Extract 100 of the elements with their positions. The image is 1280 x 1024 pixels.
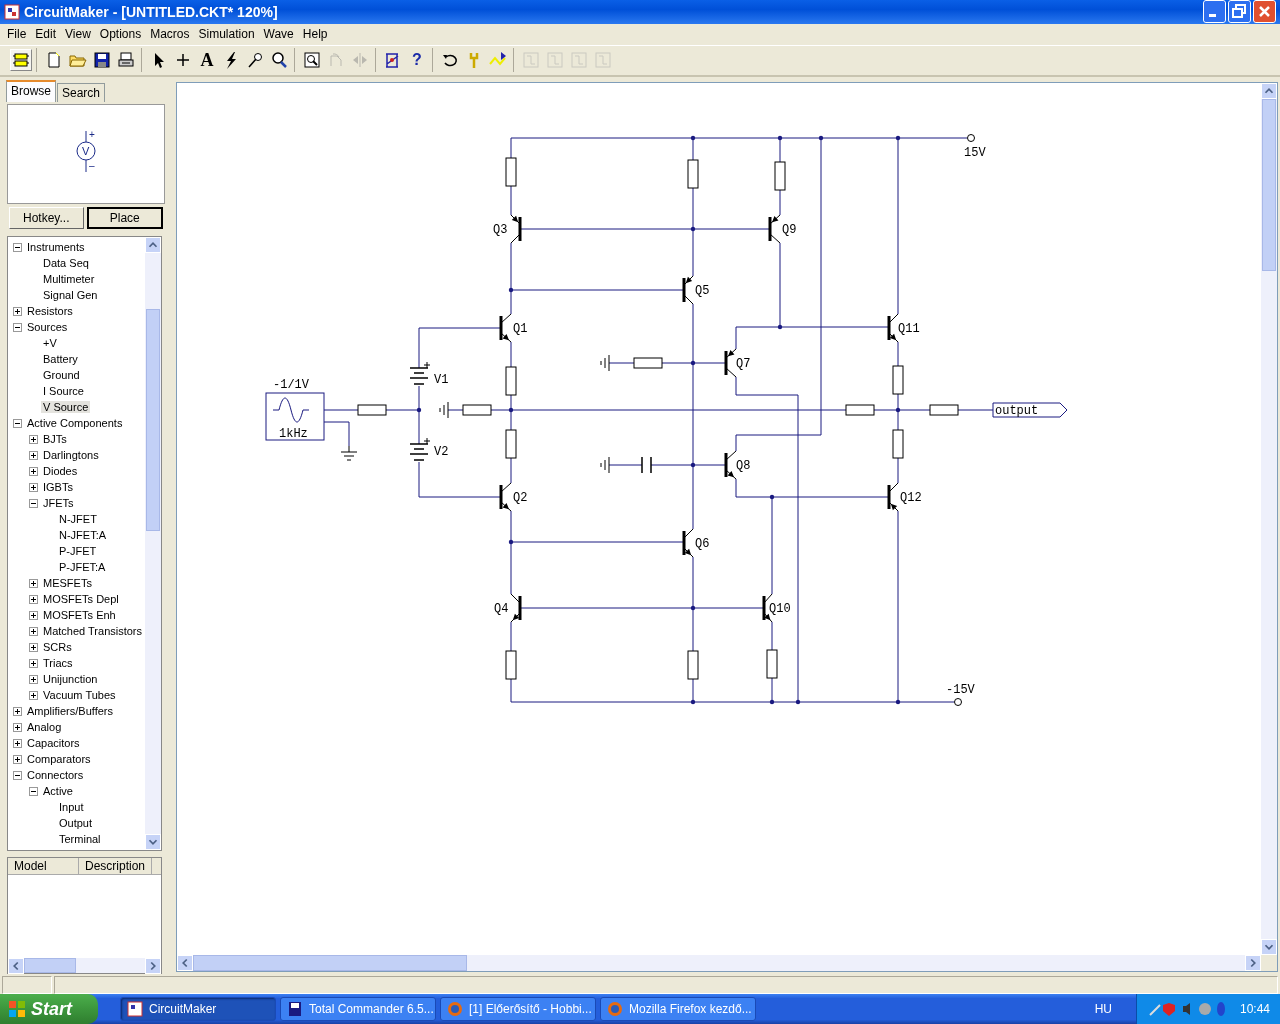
tree-item[interactable]: Instruments (25, 241, 87, 254)
scrollbar-thumb[interactable] (24, 958, 76, 974)
collapse-icon[interactable] (29, 498, 38, 508)
tree-item[interactable]: Active (41, 785, 75, 798)
tree-item[interactable]: Matched Transistors (41, 625, 145, 638)
taskbar-button[interactable]: Mozilla Firefox kezdő... (600, 997, 756, 1021)
expand-icon[interactable] (29, 482, 38, 492)
collapse-icon[interactable] (13, 770, 22, 780)
scroll-up-button[interactable] (1261, 83, 1277, 100)
expand-icon[interactable] (29, 690, 38, 700)
tree-item[interactable]: Triacs (41, 657, 75, 670)
expand-icon[interactable] (29, 578, 38, 588)
expand-icon[interactable] (13, 706, 22, 716)
expand-icon[interactable] (13, 722, 22, 732)
menu-item[interactable]: Options (94, 25, 146, 44)
tree-item[interactable]: V Source (41, 401, 91, 414)
taskbar-button[interactable]: [1] Előerősítő - Hobbi... (440, 997, 596, 1021)
expand-icon[interactable] (13, 306, 22, 316)
tree-item[interactable]: Input (57, 801, 86, 814)
menu-item[interactable]: Wave (258, 25, 298, 44)
tree-item[interactable]: BJTs (41, 433, 69, 446)
tree-item[interactable]: Multimeter (41, 273, 97, 286)
maximize-button[interactable] (1228, 0, 1251, 24)
scroll-left-button[interactable] (177, 955, 193, 972)
menu-item[interactable]: Help (297, 25, 332, 44)
collapse-icon[interactable] (13, 322, 22, 332)
expand-icon[interactable] (29, 642, 38, 652)
expand-icon[interactable] (13, 754, 22, 764)
expand-icon[interactable] (29, 450, 38, 460)
tree-item[interactable]: N-JFET (57, 513, 99, 526)
menu-item[interactable]: Simulation (193, 25, 259, 44)
tree-item[interactable]: Signal Gen (41, 289, 100, 302)
tree-item[interactable]: I Source (41, 385, 86, 398)
scroll-left-button[interactable] (8, 958, 24, 975)
tree-item[interactable]: P-JFET:A (57, 561, 108, 574)
menu-item[interactable]: View (60, 25, 95, 44)
tree-item[interactable]: +V (41, 337, 59, 350)
scrollbar-thumb[interactable] (1262, 99, 1276, 272)
expand-icon[interactable] (13, 738, 22, 748)
menu-item[interactable]: Macros (145, 25, 194, 44)
tree-item[interactable]: MOSFETs Enh (41, 609, 118, 622)
panel-button[interactable]: Hotkey... (9, 207, 84, 230)
parts-bin-tool-button[interactable] (10, 49, 32, 72)
tree-item[interactable]: SCRs (41, 641, 74, 654)
language-indicator[interactable]: HU (1074, 1002, 1132, 1016)
collapse-icon[interactable] (29, 786, 38, 796)
tree-item[interactable]: JFETs (41, 497, 76, 510)
tree-item[interactable]: Resistors (25, 305, 75, 318)
expand-icon[interactable] (29, 674, 38, 684)
scroll-up-button[interactable] (145, 237, 161, 254)
close-button[interactable] (1253, 0, 1276, 24)
tree-item[interactable]: Vacuum Tubes (41, 689, 118, 702)
expand-icon[interactable] (29, 658, 38, 668)
tree-item[interactable]: Sources (25, 321, 70, 334)
scroll-right-button[interactable] (145, 958, 161, 975)
menu-item[interactable]: File (2, 25, 31, 44)
menu-item[interactable]: Edit (30, 25, 61, 44)
column-header[interactable]: Description (79, 858, 153, 875)
tree-item[interactable]: Amplifiers/Buffers (25, 705, 115, 718)
expand-icon[interactable] (29, 466, 38, 476)
tree-item[interactable]: Connectors (25, 769, 86, 782)
help-tool-button[interactable]: ? (406, 49, 428, 72)
column-header[interactable]: Model (8, 858, 79, 875)
tree-item[interactable]: Comparators (25, 753, 93, 766)
tree-item[interactable]: Capacitors (25, 737, 82, 750)
tree-item[interactable]: Darlingtons (41, 449, 101, 462)
tree-item[interactable]: IGBTs (41, 481, 75, 494)
taskbar-button[interactable]: CircuitMaker (120, 997, 276, 1021)
tree-item[interactable]: Diodes (41, 465, 80, 478)
panel-tab[interactable]: Search (57, 83, 106, 103)
tree-item[interactable]: Ground (41, 369, 82, 382)
scroll-down-button[interactable] (1261, 939, 1277, 956)
taskbar-button[interactable]: Total Commander 6.5... (280, 997, 436, 1021)
expand-icon[interactable] (29, 594, 38, 604)
tree-item[interactable]: Terminal (57, 833, 103, 846)
tree-item[interactable]: Active Components (25, 417, 125, 430)
text-tool-button[interactable]: A (196, 49, 218, 72)
tree-item[interactable]: Unijunction (41, 673, 100, 686)
expand-icon[interactable] (29, 610, 38, 620)
panel-tab[interactable]: Browse (6, 80, 56, 103)
tree-item[interactable]: N-JFET:A (57, 529, 109, 542)
expand-icon[interactable] (29, 626, 38, 636)
collapse-icon[interactable] (13, 242, 22, 252)
scroll-down-button[interactable] (145, 834, 161, 851)
tree-item[interactable]: Battery (41, 353, 80, 366)
tree-item[interactable]: Analog (25, 721, 64, 734)
start-button[interactable]: Start (0, 994, 98, 1024)
scrollbar-thumb[interactable] (193, 955, 467, 972)
scroll-right-button[interactable] (1245, 955, 1261, 972)
tree-item[interactable]: MOSFETs Depl (41, 593, 121, 606)
collapse-icon[interactable] (13, 418, 22, 428)
app-icon (127, 1001, 143, 1017)
tree-item[interactable]: Output (57, 817, 95, 830)
tree-item[interactable]: Data Seq (41, 257, 91, 270)
tree-item[interactable]: P-JFET (57, 545, 99, 558)
tree-item[interactable]: MESFETs (41, 577, 94, 590)
minimize-button[interactable] (1203, 0, 1226, 24)
scrollbar-thumb[interactable] (146, 309, 160, 532)
expand-icon[interactable] (29, 434, 38, 444)
panel-button[interactable]: Place (86, 207, 163, 230)
